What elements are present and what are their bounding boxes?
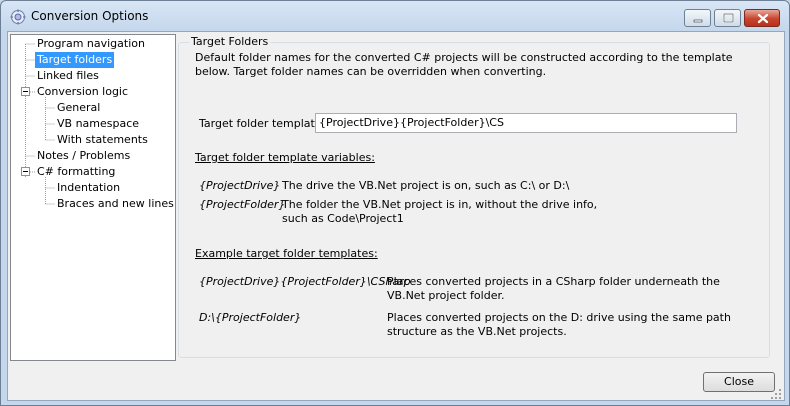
example-template: {ProjectDrive}{ProjectFolder}\CSharp bbox=[199, 275, 411, 288]
tree-item-notes-problems[interactable]: Notes / Problems bbox=[35, 148, 132, 164]
tree-item-with-statements[interactable]: With statements bbox=[55, 132, 150, 148]
tree-item-conversion-logic[interactable]: Conversion logic bbox=[35, 84, 130, 100]
conversion-options-window: Conversion Options Program navigation Ta… bbox=[0, 0, 790, 406]
close-icon bbox=[757, 13, 769, 24]
close-button[interactable]: Close bbox=[703, 372, 775, 392]
dialog-client-area: Program navigation Target folders Linked… bbox=[7, 31, 785, 401]
options-tree[interactable]: Program navigation Target folders Linked… bbox=[10, 34, 176, 361]
minimize-icon bbox=[693, 19, 703, 23]
template-input[interactable]: {ProjectDrive}{ProjectFolder}\CS bbox=[315, 113, 737, 133]
target-folders-group: Target Folders Default folder names for … bbox=[178, 35, 770, 358]
tree-item-program-navigation[interactable]: Program navigation bbox=[35, 36, 147, 52]
template-label: Target folder template: bbox=[199, 117, 326, 130]
minimize-button[interactable] bbox=[684, 9, 711, 27]
variables-heading: Target folder template variables: bbox=[195, 151, 375, 164]
collapse-csharp-formatting-icon[interactable] bbox=[21, 167, 30, 176]
variable-description: The folder the VB.Net project is in, wit… bbox=[282, 198, 598, 225]
tree-item-general[interactable]: General bbox=[55, 100, 102, 116]
tree-item-vb-namespace[interactable]: VB namespace bbox=[55, 116, 141, 132]
examples-heading: Example target folder templates: bbox=[195, 247, 378, 260]
example-template: D:\{ProjectFolder} bbox=[199, 311, 302, 324]
tree-item-csharp-formatting[interactable]: C# formatting bbox=[35, 164, 117, 180]
maximize-button[interactable] bbox=[714, 9, 741, 27]
tree-item-linked-files[interactable]: Linked files bbox=[35, 68, 101, 84]
variable-name: {ProjectFolder} bbox=[199, 198, 286, 211]
gear-icon bbox=[10, 9, 26, 25]
variable-description: The drive the VB.Net project is on, such… bbox=[282, 179, 570, 192]
collapse-conversion-logic-icon[interactable] bbox=[21, 87, 30, 96]
maximize-icon bbox=[723, 13, 734, 23]
resize-grip-icon[interactable] bbox=[770, 388, 782, 400]
variable-name: {ProjectDrive} bbox=[199, 179, 281, 192]
group-title: Target Folders bbox=[189, 35, 271, 48]
example-description: Places converted projects on the D: driv… bbox=[387, 311, 731, 338]
example-description: Places converted projects in a CSharp fo… bbox=[387, 275, 720, 302]
target-folders-panel: Target Folders Default folder names for … bbox=[178, 34, 772, 359]
tree-item-braces-and-new-lines[interactable]: Braces and new lines bbox=[55, 196, 176, 212]
description-text: Default folder names for the converted C… bbox=[195, 51, 733, 78]
window-close-button[interactable] bbox=[744, 9, 780, 27]
tree-item-target-folders[interactable]: Target folders bbox=[35, 52, 115, 68]
title-bar[interactable]: Conversion Options bbox=[1, 1, 789, 31]
tree-item-indentation[interactable]: Indentation bbox=[55, 180, 122, 196]
window-title: Conversion Options bbox=[31, 9, 149, 23]
